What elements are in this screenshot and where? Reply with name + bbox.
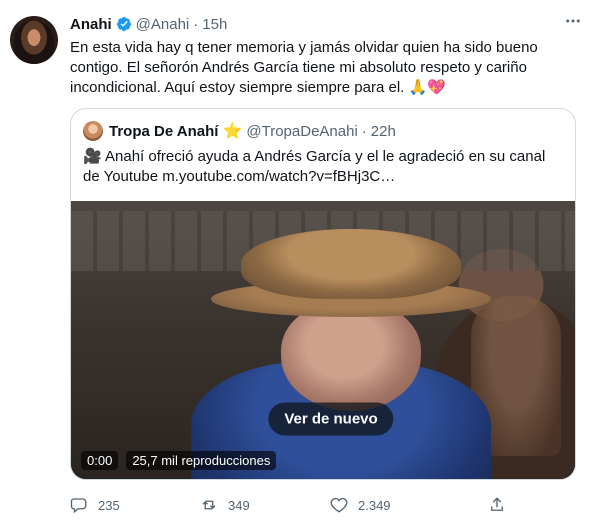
retweet-count: 349 [228,497,250,513]
quoted-author-name: Tropa De Anahí [109,122,219,140]
retweet-action[interactable]: 349 [200,496,250,514]
video-info-bar: 0:00 25,7 mil reproducciones [81,449,277,471]
quoted-separator-dot: · [361,122,367,140]
quoted-tweet-time: 22h [370,122,396,140]
like-action[interactable]: 2.349 [330,496,391,514]
star-emoji: ⭐ [222,123,243,140]
replay-button[interactable]: Ver de nuevo [268,402,394,436]
author-name[interactable]: Anahi [70,16,112,33]
quoted-tweet[interactable]: Tropa De Anahí ⭐ @TropaDeAnahi · 22h 🎥 A… [70,108,576,480]
reply-count: 235 [98,497,120,513]
heart-icon [330,497,348,513]
quoted-tweet-header: Tropa De Anahí ⭐ @TropaDeAnahi · 22h [83,121,396,141]
video-player[interactable]: Ver de nuevo 0:00 25,7 mil reproduccione… [71,201,575,479]
author-avatar[interactable] [10,16,58,64]
tweet-text: En esta vida hay q tener memoria y jamás… [70,39,542,96]
share-action[interactable] [488,496,516,514]
author-handle[interactable]: @Anahi [136,16,190,33]
more-options-icon[interactable] [561,12,585,32]
quoted-author-handle: @TropaDeAnahi [246,122,358,140]
quoted-author-avatar [83,121,103,141]
tweet-time[interactable]: 15h [202,16,227,33]
reply-action[interactable]: 235 [70,496,120,514]
tweet[interactable]: Anahi @Anahi · 15h En esta vida hay q te… [0,0,597,525]
tweet-header: Anahi @Anahi · 15h [70,14,227,34]
video-hat [241,229,461,299]
retweet-icon [202,500,216,510]
like-count: 2.349 [358,497,391,513]
verified-badge-icon [116,17,131,31]
share-icon [491,497,503,511]
video-views: 25,7 mil reproducciones [126,450,277,470]
quoted-tweet-text: 🎥 Anahí ofreció ayuda a Andrés García y … [83,148,546,185]
tweet-actions: 235 349 2.349 [70,496,570,520]
reply-icon [70,498,87,514]
video-person-face [281,301,421,411]
video-time: 0:00 [81,450,119,470]
separator-dot: · [193,15,199,33]
